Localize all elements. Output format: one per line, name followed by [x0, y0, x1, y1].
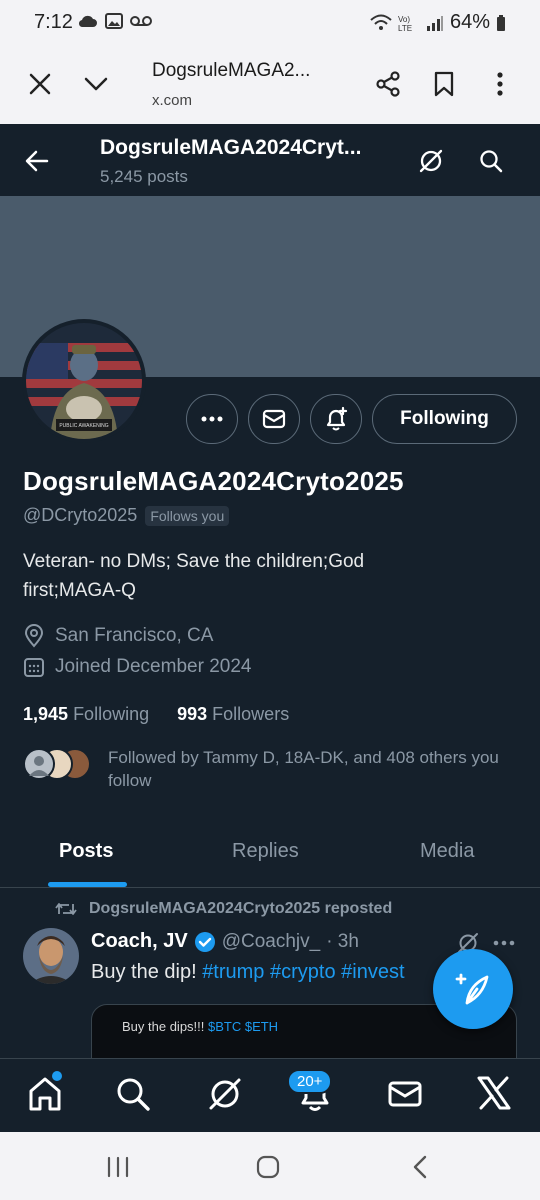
- more-icon[interactable]: [490, 930, 518, 956]
- profile-avatar[interactable]: PUBLIC AWAKENING: [22, 319, 146, 443]
- repost-icon: [55, 903, 77, 915]
- notifications-badge: 20+: [287, 1069, 333, 1094]
- profile-display-name: DogsruleMAGA2024Cryto2025: [23, 466, 404, 496]
- status-bar: 7:12 Vo) LTE 64%: [0, 0, 540, 46]
- search-icon[interactable]: [474, 144, 508, 178]
- repost-row: DogsruleMAGA2024Cryto2025 reposted: [55, 900, 392, 918]
- profile-tabs: Posts Replies Media: [0, 822, 540, 888]
- system-navigation: [0, 1132, 540, 1200]
- follows-you-badge: Follows you: [145, 505, 230, 526]
- tweet-plain-text: Buy the dip!: [91, 961, 203, 983]
- followed-by-text: Followed by Tammy D, 18A-DK, and 408 oth…: [108, 748, 499, 790]
- profile-location: San Francisco, CA: [55, 625, 214, 646]
- tab-posts[interactable]: Posts: [59, 840, 113, 863]
- tweet-avatar[interactable]: [23, 928, 79, 984]
- svg-text:LTE: LTE: [398, 24, 412, 32]
- profile-bio: Veteran- no DMs; Save the children;God f…: [23, 551, 365, 601]
- battery-icon: [497, 14, 505, 31]
- svg-text:Vo): Vo): [398, 15, 410, 24]
- wifi-icon: [370, 14, 392, 30]
- status-right: Vo) LTE 64%: [370, 11, 506, 34]
- tweet-author[interactable]: Coach, JV: [91, 930, 188, 953]
- calendar-icon: [24, 658, 44, 677]
- grok-icon[interactable]: [206, 1075, 244, 1118]
- bell-plus-icon: [326, 406, 348, 431]
- tweet-hashtags[interactable]: #trump #crypto #invest: [202, 961, 404, 983]
- mail-icon[interactable]: [386, 1075, 424, 1118]
- active-tab-indicator: [48, 882, 127, 887]
- browser-url: x.com: [152, 92, 193, 109]
- close-icon[interactable]: [24, 68, 56, 100]
- lte-icon: Vo)LTE: [398, 15, 412, 32]
- back-arrow-icon[interactable]: [20, 144, 54, 178]
- following-count: 1,945: [23, 704, 69, 724]
- grok-icon[interactable]: [414, 144, 448, 178]
- svg-text:PUBLIC AWAKENING: PUBLIC AWAKENING: [59, 423, 108, 429]
- recent-apps-icon[interactable]: [104, 1154, 132, 1180]
- share-icon[interactable]: [372, 68, 404, 100]
- tab-replies[interactable]: Replies: [232, 840, 299, 863]
- browser-page-title: DogsruleMAGA2...: [152, 60, 311, 81]
- mail-icon: [262, 409, 286, 429]
- handle-row: @DCryto2025 Follows you: [23, 505, 230, 526]
- cloud-icon: [78, 15, 97, 28]
- tweet-handle[interactable]: @Coachjv_: [222, 931, 321, 953]
- avatar-image: PUBLIC AWAKENING: [26, 323, 142, 439]
- verified-icon: [194, 931, 215, 952]
- bottom-nav: 20+: [0, 1058, 540, 1132]
- tweet-header: Coach, JV @Coachjv_ · 3h: [91, 930, 359, 953]
- bookmark-icon[interactable]: [428, 68, 460, 100]
- home-icon[interactable]: [26, 1075, 64, 1118]
- status-time: 7:12: [34, 11, 73, 33]
- search-icon[interactable]: [115, 1075, 151, 1118]
- follow-stats: 1,945 Following 993 Followers: [23, 704, 289, 725]
- back-icon[interactable]: [406, 1154, 434, 1180]
- tweet-text: Buy the dip! #trump #crypto #invest: [91, 961, 405, 984]
- x-logo-icon[interactable]: [476, 1075, 512, 1116]
- location-icon: [24, 624, 44, 648]
- browser-toolbar: DogsruleMAGA2... x.com: [0, 46, 540, 124]
- followed-by-avatars: [23, 748, 93, 780]
- compose-button[interactable]: [433, 949, 513, 1029]
- posts-count: 5,245 posts: [100, 167, 188, 186]
- following-stat[interactable]: 1,945 Following: [23, 704, 149, 725]
- avatar: [23, 748, 55, 780]
- tab-media[interactable]: Media: [420, 840, 474, 863]
- more-options-button[interactable]: [186, 394, 238, 444]
- repost-label: DogsruleMAGA2024Cryto2025 reposted: [89, 900, 393, 917]
- header-name: DogsruleMAGA2024Cryt...: [100, 136, 362, 159]
- followers-stat[interactable]: 993 Followers: [177, 704, 289, 725]
- media-caption-tags: $BTC $ETH: [208, 1019, 279, 1034]
- voicemail-icon: [130, 16, 152, 26]
- following-button[interactable]: Following: [372, 394, 517, 444]
- profile-handle: @DCryto2025: [23, 505, 138, 525]
- joined-row: Joined December 2024: [23, 656, 251, 678]
- media-caption: Buy the dips!!! $BTC $ETH: [122, 1019, 278, 1034]
- signal-icon: [426, 15, 443, 31]
- message-button[interactable]: [248, 394, 300, 444]
- more-icon: [201, 416, 223, 422]
- followers-count: 993: [177, 704, 208, 724]
- battery-percent: 64%: [449, 11, 490, 33]
- gallery-icon: [105, 13, 123, 29]
- profile-header: DogsruleMAGA2024Cryt... 5,245 posts: [0, 124, 540, 196]
- status-notification-icons: [78, 13, 152, 29]
- compose-icon: [455, 973, 489, 1005]
- following-label: Following: [73, 704, 150, 724]
- home-button-icon[interactable]: [254, 1154, 282, 1180]
- kebab-icon[interactable]: [484, 68, 516, 100]
- location-row: San Francisco, CA: [23, 624, 213, 648]
- home-unread-dot: [52, 1071, 62, 1081]
- tweet-time: · 3h: [326, 930, 359, 952]
- chevron-down-icon[interactable]: [80, 68, 112, 100]
- notify-button[interactable]: [310, 394, 362, 444]
- media-caption-text: Buy the dips!!!: [122, 1019, 208, 1034]
- followers-label: Followers: [212, 704, 290, 724]
- profile-joined: Joined December 2024: [55, 656, 252, 677]
